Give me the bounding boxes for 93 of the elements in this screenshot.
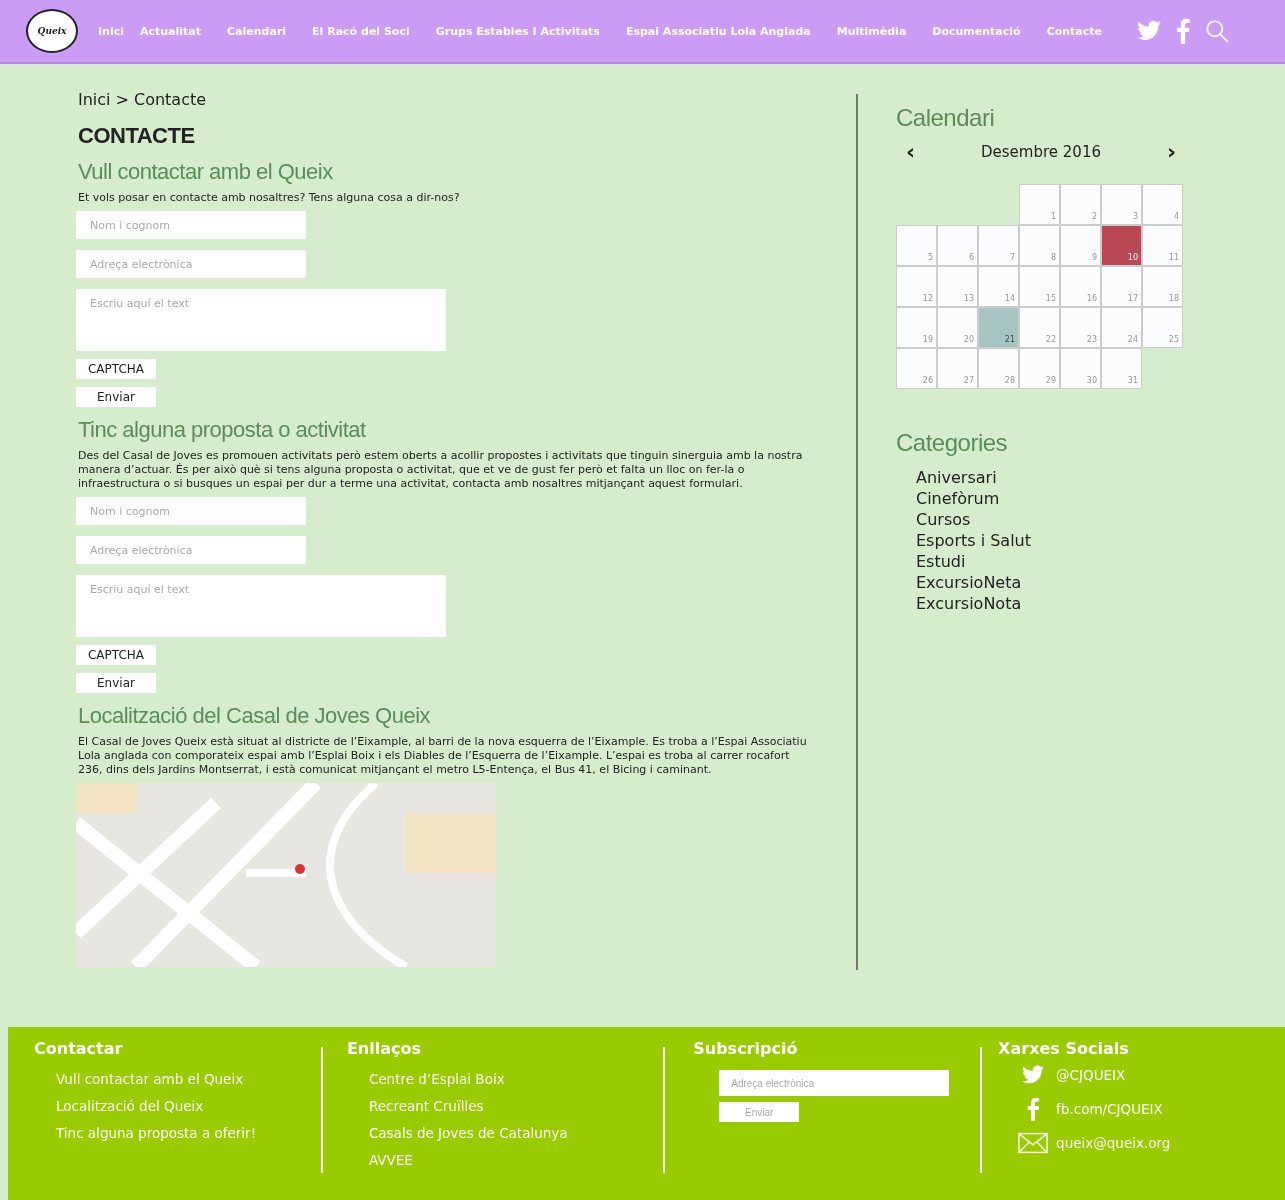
calendar-day[interactable]: 5 [896,225,937,266]
calendar-day[interactable]: 18 [1142,266,1183,307]
calendar-day[interactable]: 27 [937,348,978,389]
next-month-button[interactable]: › [1166,142,1176,162]
calendar-day[interactable]: 12 [896,266,937,307]
calendar-day[interactable]: 24 [1101,307,1142,348]
section-text: Et vols posar en contacte amb nosaltres? Tens alguna cosa a dir-nos? [78,191,461,205]
calendar-day[interactable]: 11 [1142,225,1183,266]
calendar-day[interactable]: 14 [978,266,1019,307]
previous-month-button[interactable]: ‹ [906,142,916,162]
category-link[interactable]: Aniversari [896,467,1186,488]
facebook-icon[interactable] [1176,18,1191,44]
page-title: CONTACTE [78,123,196,149]
envelope-icon[interactable] [1018,1131,1049,1155]
social-link[interactable]: @CJQUEIX [1056,1067,1126,1083]
calendar-day[interactable]: 9 [1060,225,1101,266]
category-link[interactable]: ExcursioNota [896,593,1186,614]
calendar-day[interactable]: 3 [1101,184,1142,225]
breadcrumb-link[interactable]: Inici [78,90,111,109]
footer-link[interactable]: Casals de Joves de Catalunya [346,1120,664,1147]
subscribe-email-field[interactable]: Adreça electrònica [719,1070,950,1096]
calendar-day[interactable]: 13 [937,266,978,307]
calendar-day[interactable]: 16 [1060,266,1101,307]
calendar-day[interactable]: 7 [978,225,1019,266]
calendar-day[interactable]: 22 [1019,307,1060,348]
section-text: El Casal de Joves Queix està situat al districte de l’Eixample, al barri de la nova esquerra de l’Eixample. Es troba a l’Espai Associatiu Lola anglada con comporateix espai amb l’Esplai Boix i els Diables de l’Esquerra de l’Eixample. L’espai es troba al carrer rocafort 236, dins dels Jardins Montserrat, i està comunicat mitjançant el metro L5-Entença, el Bus 41, el Bicing i caminant. [78,735,808,777]
search-icon[interactable] [1204,18,1231,44]
calendar-day[interactable]: 28 [978,348,1019,389]
calendar-heading: Calendari [896,104,996,132]
calendar-day[interactable]: 21 [978,307,1019,348]
categories-heading: Categories [896,429,1009,457]
calendar-day[interactable]: 15 [1019,266,1060,307]
social-link[interactable]: fb.com/CJQUEIX [1056,1101,1163,1117]
logo[interactable]: Queix [26,9,78,53]
calendar-day[interactable]: 29 [1019,348,1060,389]
category-link[interactable]: ExcursioNeta [896,572,1186,593]
calendar-day[interactable]: 8 [1019,225,1060,266]
calendar-day[interactable]: 20 [937,307,978,348]
nav-link[interactable]: El Racó del Soci [312,24,410,38]
section-heading: Vull contactar amb el Queix [78,159,334,185]
nav-link[interactable]: Contacte [1046,24,1103,38]
footer-link[interactable]: AVVEE [346,1147,664,1174]
footer-heading: Xarxes Socials [998,1039,1130,1058]
calendar-day[interactable]: 31 [1101,348,1142,389]
category-link[interactable]: Cinefòrum [896,488,1186,509]
nav-link[interactable]: Actualitat [140,24,202,38]
calendar-day[interactable]: 10 [1101,225,1142,266]
nav-link[interactable]: Espai Associatiu Lola Anglada [625,24,811,38]
category-link[interactable]: Esports i Salut [896,530,1186,551]
footer-link[interactable]: Vull contactar amb el Queix [34,1066,321,1093]
category-link[interactable]: Estudi [896,551,1186,572]
section-text: Des del Casal de Joves es promouen activitats però estem oberts a acollir propostes i activitats que tinguin sinerguia amb la nostra manera d’actuar. És per això què si tens alguna proposta o activitat, que et ve de gust fer però et falta un lloc on fer-la o infraestructura o si busques un espai per dur a terme una activitat, contacta amb nosaltres mitjançant aquest formulari. [78,449,804,491]
footer-link[interactable]: Recreant Cruïlles [346,1093,664,1120]
calendar-day[interactable]: 1 [1019,184,1060,225]
submit-button[interactable]: Enviar [76,387,156,407]
calendar-day[interactable]: 4 [1142,184,1183,225]
submit-button[interactable]: Enviar [76,673,156,693]
calendar-day[interactable]: 25 [1142,307,1183,348]
name-field[interactable]: Nom i cognom [76,211,306,239]
calendar-day[interactable]: 30 [1060,348,1101,389]
nav-link[interactable]: Calendari [227,24,287,38]
calendar-day[interactable]: 2 [1060,184,1101,225]
message-field[interactable]: Escriu aquí el text [76,575,446,637]
name-field[interactable]: Nom i cognom [76,497,306,525]
breadcrumb-current: Contacte [133,90,207,109]
social-link[interactable]: queix@queix.org [1056,1135,1171,1151]
nav-link[interactable]: Inici [98,24,124,38]
nav-link[interactable]: Multimèdia [836,24,907,38]
month-label: Desembre 2016 [981,143,1101,161]
nav-link[interactable]: Grups Estables I Activitats [435,24,600,38]
calendar-day[interactable]: 17 [1101,266,1142,307]
category-link[interactable]: Cursos [896,509,1186,530]
section-heading: Localització del Casal de Joves Queix [78,703,432,729]
footer-heading: Contactar [34,1039,124,1058]
nav-link[interactable]: Documentació [932,24,1021,38]
footer-heading: Enllaços [346,1039,422,1058]
breadcrumb-separator: > [115,90,129,109]
footer-link[interactable]: Localització del Queix [34,1093,321,1120]
email-field[interactable]: Adreça electrònica [76,250,306,278]
calendar-day[interactable]: 26 [896,348,937,389]
captcha-box[interactable]: CAPTCHA [76,359,156,379]
map-placeholder[interactable] [76,783,496,967]
footer-link[interactable]: Tinc alguna proposta a oferir! [34,1120,321,1147]
subscribe-button[interactable]: Enviar [719,1102,800,1122]
calendar-day[interactable]: 23 [1060,307,1101,348]
email-field[interactable]: Adreça electrònica [76,536,306,564]
calendar-day[interactable]: 19 [896,307,937,348]
message-field[interactable]: Escriu aquí el text [76,289,446,351]
footer-link[interactable]: Centre d’Esplai Boix [346,1066,664,1093]
section-heading: Tinc alguna proposta o activitat [78,417,367,443]
captcha-box[interactable]: CAPTCHA [76,645,156,665]
calendar-day[interactable]: 6 [937,225,978,266]
footer-heading: Subscripció [693,1039,799,1058]
